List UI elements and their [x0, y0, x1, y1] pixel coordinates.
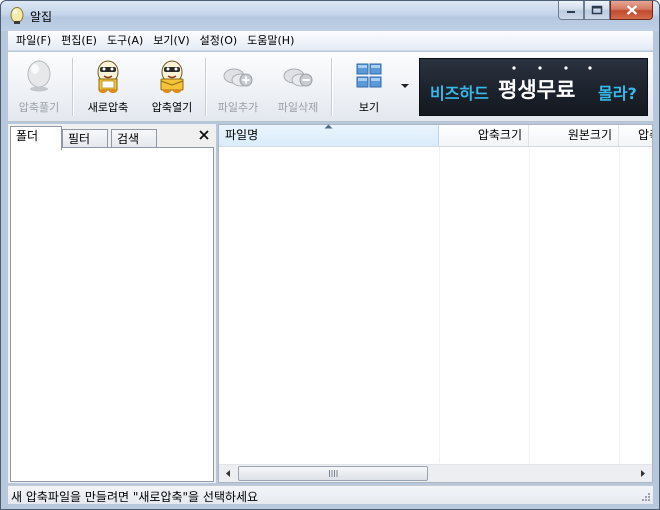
- add-file-icon: [223, 68, 253, 87]
- file-list[interactable]: 파일명 압축크기 원본크기 압축: [218, 124, 653, 483]
- folder-tree[interactable]: [10, 147, 214, 482]
- view-button[interactable]: 보기: [341, 57, 397, 117]
- column-divider: [439, 147, 440, 463]
- menu-view[interactable]: 보기(V): [148, 31, 194, 51]
- add-file-button[interactable]: 파일추가: [209, 57, 267, 117]
- title-bar[interactable]: 알집: [1, 1, 659, 31]
- column-divider: [529, 147, 530, 463]
- close-icon: [626, 5, 637, 15]
- egg-icon: [27, 60, 51, 92]
- column-header-ratio[interactable]: 압축: [619, 125, 652, 146]
- toolbar-separator: [331, 58, 332, 116]
- menu-settings[interactable]: 설정(O): [195, 31, 242, 51]
- column-label-compressed-size: 압축크기: [477, 128, 522, 142]
- extract-label: 압축풀기: [18, 101, 60, 114]
- panel-tabs: 폴더 필터 검색: [10, 126, 214, 150]
- menu-edit[interactable]: 편집(E): [56, 31, 102, 51]
- delete-file-button[interactable]: 파일삭제: [269, 57, 327, 117]
- tab-filter[interactable]: 필터: [62, 129, 108, 149]
- status-text: 새 압축파일을 만들려면 "새로압축"을 선택하세요: [11, 490, 259, 504]
- scroll-left-icon[interactable]: [220, 465, 237, 482]
- scroll-right-icon[interactable]: [634, 465, 651, 482]
- column-label-filename: 파일명: [225, 128, 259, 142]
- egg-icon: [10, 7, 24, 24]
- column-divider: [619, 147, 620, 463]
- add-file-label: 파일추가: [217, 101, 259, 114]
- minimize-icon: [567, 11, 575, 13]
- column-header-original-size[interactable]: 원본크기: [529, 125, 619, 146]
- sort-ascending-icon: [324, 124, 333, 129]
- maximize-button[interactable]: [584, 1, 610, 20]
- column-label-original-size: 원본크기: [567, 128, 612, 142]
- view-grid-icon: [356, 63, 382, 88]
- egg-character-open-icon: [160, 60, 184, 93]
- tab-folder-label: 폴더: [16, 129, 39, 143]
- menu-bar: 파일(F) 편집(E) 도구(A) 보기(V) 설정(O) 도움말(H): [8, 31, 653, 51]
- open-archive-button[interactable]: 압축열기: [141, 57, 203, 117]
- tab-filter-label: 필터: [68, 132, 91, 146]
- app-window: 알집 파일(F) 편집(E) 도구(A) 보기(V) 설정(O) 도움말(H): [0, 0, 660, 510]
- extract-button[interactable]: 압축풀기: [10, 57, 68, 117]
- open-archive-label: 압축열기: [151, 101, 193, 114]
- toolbar-separator: [72, 58, 73, 116]
- window-controls: [558, 1, 653, 21]
- tab-search[interactable]: 검색: [111, 129, 157, 149]
- tab-folder[interactable]: 폴더: [10, 126, 62, 150]
- banner-dots: [512, 66, 592, 70]
- window-title: 알집: [30, 10, 53, 24]
- close-icon[interactable]: [198, 129, 210, 141]
- menu-file[interactable]: 파일(F): [8, 31, 56, 51]
- scroll-grip-icon: [329, 470, 338, 477]
- new-archive-label: 새로압축: [87, 101, 129, 114]
- maximize-icon: [591, 5, 603, 15]
- new-archive-button[interactable]: 새로압축: [77, 57, 139, 117]
- column-header-filename[interactable]: 파일명: [219, 124, 439, 146]
- toolbar: 압축풀기 새로압축 압축열기 파일추가 파일삭제 보기 비즈하드 평생무료 몰라…: [8, 52, 653, 122]
- tab-search-label: 검색: [117, 132, 140, 146]
- resize-grip-icon[interactable]: [640, 491, 651, 502]
- scrollbar-thumb[interactable]: [238, 466, 428, 481]
- dropdown-arrow-icon[interactable]: [401, 84, 409, 88]
- ad-banner[interactable]: 비즈하드 평생무료 몰라?: [419, 58, 648, 116]
- column-header-compressed-size[interactable]: 압축크기: [439, 125, 529, 146]
- menu-tools[interactable]: 도구(A): [102, 31, 148, 51]
- column-label-ratio: 압축: [638, 128, 652, 142]
- minimize-button[interactable]: [558, 1, 584, 20]
- left-panel: 폴더 필터 검색: [8, 124, 216, 483]
- toolbar-separator: [205, 58, 206, 116]
- list-header: 파일명 압축크기 원본크기 압축: [219, 124, 652, 147]
- delete-file-icon: [283, 68, 313, 87]
- view-label: 보기: [358, 101, 380, 114]
- status-bar: 새 압축파일을 만들려면 "새로압축"을 선택하세요: [8, 485, 653, 504]
- close-button[interactable]: [610, 1, 653, 20]
- egg-character-new-icon: [97, 60, 119, 93]
- banner-text-brand: 비즈하드: [430, 84, 489, 103]
- banner-text-main: 평생무료: [498, 78, 576, 102]
- horizontal-scrollbar[interactable]: [219, 464, 652, 482]
- delete-file-label: 파일삭제: [277, 101, 319, 114]
- banner-text-question: 몰라?: [598, 84, 637, 103]
- menu-help[interactable]: 도움말(H): [242, 31, 299, 51]
